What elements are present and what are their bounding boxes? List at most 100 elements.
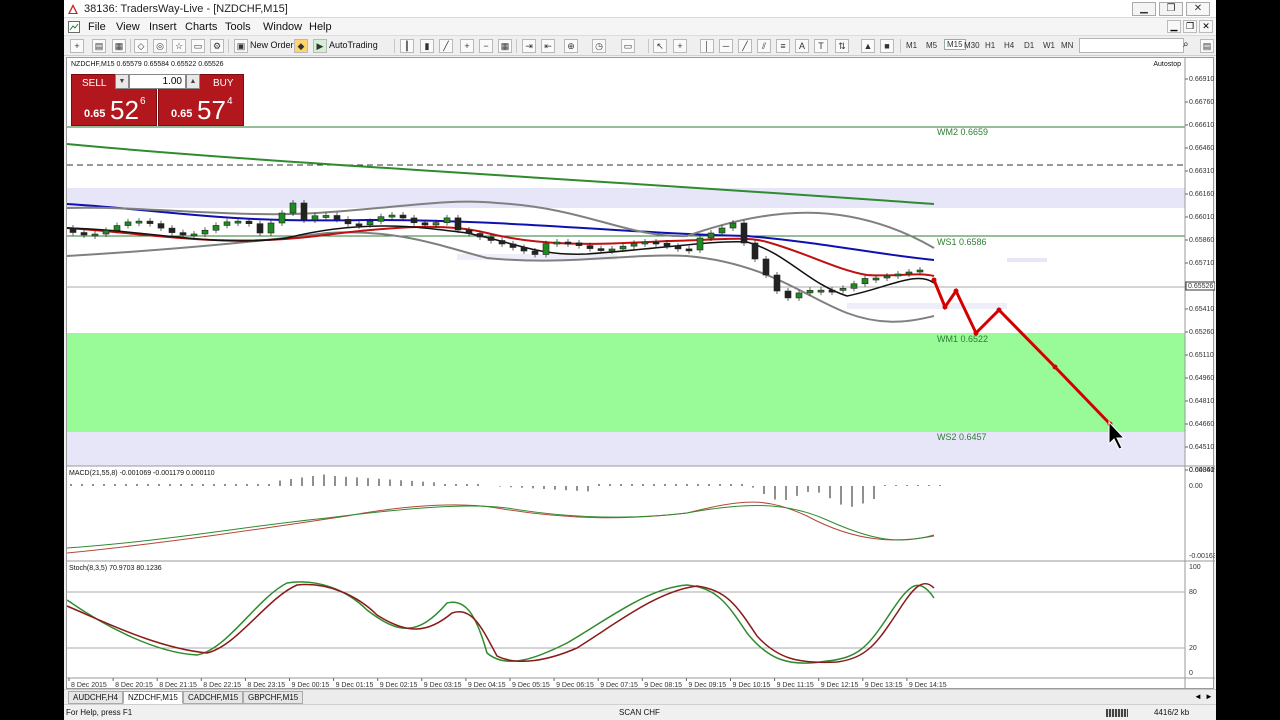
lot-decrease-button[interactable]: ▼ bbox=[115, 74, 129, 89]
close-button[interactable]: ✕ bbox=[1186, 2, 1210, 16]
candle-body bbox=[597, 248, 605, 251]
auto-scroll-icon[interactable]: ⇥ bbox=[522, 39, 536, 53]
channel-icon[interactable]: ⫽ bbox=[757, 39, 771, 53]
horizontal-line-icon[interactable]: ─ bbox=[719, 39, 733, 53]
status-profile: SCAN CHF bbox=[619, 708, 660, 717]
timeframe-m15[interactable]: M15 bbox=[944, 39, 966, 50]
line-chart-icon[interactable]: ╱ bbox=[439, 39, 453, 53]
level-label-ws2: WS2 0.6457 bbox=[937, 432, 987, 442]
vertical-line-icon[interactable]: │ bbox=[700, 39, 714, 53]
time-tick-label: 9 Dec 09:15 bbox=[688, 682, 726, 689]
price-tick-label: 0.64660 bbox=[1189, 421, 1214, 428]
terminal-icon[interactable]: ☆ bbox=[172, 39, 186, 53]
tab-scroll-right-icon[interactable]: ► bbox=[1205, 692, 1213, 701]
candle-body bbox=[179, 232, 187, 236]
timeframe-h1[interactable]: H1 bbox=[985, 41, 995, 50]
restore-button[interactable]: ❐ bbox=[1159, 2, 1183, 16]
templates-icon[interactable]: ▭ bbox=[621, 39, 635, 53]
zoom-in-icon[interactable]: + bbox=[460, 39, 474, 53]
triangle-icon[interactable]: ▲ bbox=[861, 39, 875, 53]
time-tick-label: 8 Dec 2015 bbox=[71, 682, 107, 689]
tab-cadchf-m15[interactable]: CADCHF,M15 bbox=[183, 691, 244, 704]
time-tick-label: 8 Dec 20:15 bbox=[115, 682, 153, 689]
trendline-icon[interactable]: ╱ bbox=[738, 39, 752, 53]
lot-size-input[interactable]: 1.00 bbox=[129, 74, 186, 89]
search-input[interactable] bbox=[1079, 38, 1184, 53]
candlestick-icon[interactable]: ▮ bbox=[420, 39, 434, 53]
chart-window-icon[interactable] bbox=[68, 21, 80, 33]
mdi-restore-button[interactable]: ❐ bbox=[1183, 20, 1197, 33]
stoch-main-line bbox=[67, 581, 935, 664]
market-watch-icon[interactable]: ▦ bbox=[112, 39, 126, 53]
indicators-icon[interactable]: ⊕ bbox=[564, 39, 578, 53]
timeframe-m30[interactable]: M30 bbox=[964, 41, 980, 50]
timeframe-m5[interactable]: M5 bbox=[926, 41, 937, 50]
candle-body bbox=[410, 217, 418, 224]
new-order-button[interactable]: New Order bbox=[250, 40, 294, 50]
candle-body bbox=[289, 202, 297, 214]
projection-point bbox=[931, 277, 937, 283]
tab-scroll-left-icon[interactable]: ◄ bbox=[1194, 692, 1202, 701]
candle-body bbox=[674, 245, 682, 250]
options-icon[interactable]: ⚙ bbox=[210, 39, 224, 53]
macd-axis-zero: 0.00 bbox=[1189, 483, 1203, 490]
price-tick-label: 0.66460 bbox=[1189, 145, 1214, 152]
menu-window[interactable]: Window bbox=[263, 21, 302, 33]
profiles-icon[interactable]: ▤ bbox=[92, 39, 106, 53]
candle-body bbox=[784, 290, 792, 299]
data-window-icon[interactable]: ◎ bbox=[153, 39, 167, 53]
candle-body bbox=[355, 223, 363, 227]
mdi-close-button[interactable]: ✕ bbox=[1199, 20, 1213, 33]
candle-body bbox=[344, 219, 352, 225]
tab-nzdchf-m15[interactable]: NZDCHF,M15 bbox=[123, 691, 183, 704]
periods-icon[interactable]: ◷ bbox=[592, 39, 606, 53]
menu-help[interactable]: Help bbox=[309, 21, 332, 33]
small-zone-3 bbox=[847, 303, 1007, 309]
metaeditor-icon[interactable]: ◆ bbox=[294, 39, 308, 53]
menu-insert[interactable]: Insert bbox=[149, 21, 177, 33]
toolbar-menu-icon[interactable]: ▤ bbox=[1200, 39, 1214, 53]
arrows-icon[interactable]: ⇅ bbox=[835, 39, 849, 53]
timeframe-d1[interactable]: D1 bbox=[1024, 41, 1034, 50]
chart-canvas[interactable]: WM2 0.6659 WS1 0.6586 WM1 0.6522 WS2 0.6457… bbox=[67, 58, 1215, 690]
timeframe-mn[interactable]: MN bbox=[1061, 41, 1073, 50]
menu-tools[interactable]: Tools bbox=[225, 21, 251, 33]
search-icon[interactable]: ⌕ bbox=[1183, 39, 1189, 50]
chart-window[interactable]: WM2 0.6659 WS1 0.6586 WM1 0.6522 WS2 0.6457… bbox=[66, 57, 1215, 690]
candle-body bbox=[773, 274, 781, 292]
chart-shift-icon[interactable]: ⇤ bbox=[541, 39, 555, 53]
rectangle-icon[interactable]: ■ bbox=[880, 39, 894, 53]
fibonacci-icon[interactable]: ≡ bbox=[776, 39, 790, 53]
menu-file[interactable]: File bbox=[88, 21, 106, 33]
candle-body bbox=[608, 248, 616, 252]
candle-body bbox=[146, 220, 154, 224]
bar-chart-icon[interactable]: ┃ bbox=[400, 39, 414, 53]
zoom-out-icon[interactable]: − bbox=[479, 39, 493, 53]
mdi-minimize-button[interactable]: ▁ bbox=[1167, 20, 1181, 33]
tester-icon[interactable]: ▭ bbox=[191, 39, 205, 53]
cursor-icon[interactable]: ↖ bbox=[653, 39, 667, 53]
timeframe-m1[interactable]: M1 bbox=[906, 41, 917, 50]
price-tick-label: 0.66760 bbox=[1189, 99, 1214, 106]
autotrading-button[interactable]: AutoTrading bbox=[329, 40, 378, 50]
timeframe-w1[interactable]: W1 bbox=[1043, 41, 1055, 50]
tile-windows-icon[interactable]: ▦ bbox=[498, 39, 512, 53]
lot-increase-button[interactable]: ▲ bbox=[186, 74, 200, 89]
menu-view[interactable]: View bbox=[116, 21, 140, 33]
candle-body bbox=[575, 242, 583, 246]
crosshair-icon[interactable]: + bbox=[673, 39, 687, 53]
minimize-button[interactable]: ▁ bbox=[1132, 2, 1156, 16]
text-icon[interactable]: A bbox=[795, 39, 809, 53]
candle-body bbox=[267, 222, 275, 234]
menu-charts[interactable]: Charts bbox=[185, 21, 217, 33]
label-icon[interactable]: T bbox=[814, 39, 828, 53]
new-order-icon[interactable]: ▣ bbox=[234, 39, 248, 53]
tab-gbpchf-m15[interactable]: GBPCHF,M15 bbox=[243, 691, 304, 704]
autotrading-icon[interactable]: ▶ bbox=[313, 39, 327, 53]
tab-audchf-h4[interactable]: AUDCHF,H4 bbox=[68, 691, 123, 704]
candle-body bbox=[619, 245, 627, 250]
new-chart-icon[interactable]: + bbox=[70, 39, 84, 53]
candle-body bbox=[718, 227, 726, 234]
timeframe-h4[interactable]: H4 bbox=[1004, 41, 1014, 50]
navigator-icon[interactable]: ◇ bbox=[134, 39, 148, 53]
